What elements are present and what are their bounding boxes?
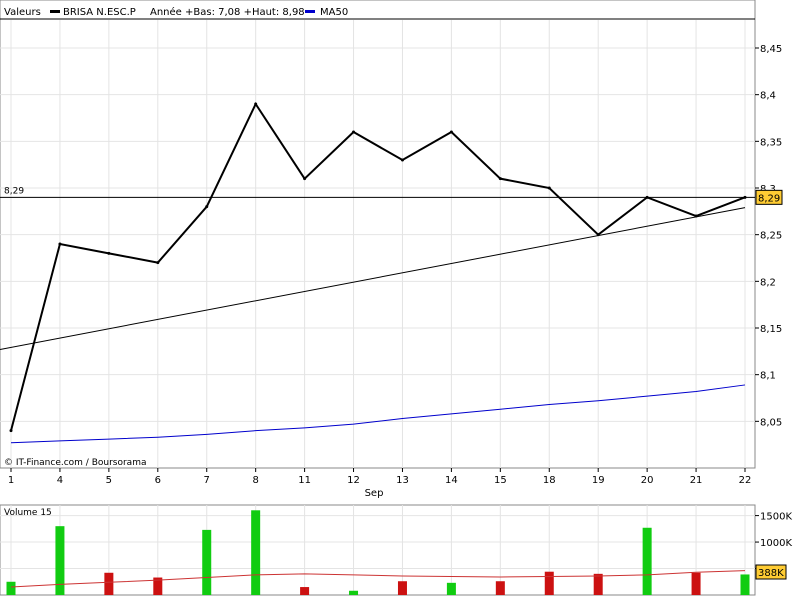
- current-value-badge-text: 8,29: [758, 193, 780, 204]
- volume-bar: [740, 574, 750, 595]
- watermark: © IT-Finance.com / Boursorama: [4, 458, 146, 468]
- current-value-badge: 8,29: [755, 189, 783, 205]
- volume-axis: 1000K 1500K: [755, 512, 792, 570]
- range-text: Année +Bas: 7,08 +Haut: 8,98: [150, 6, 305, 18]
- x-tick-label: 12: [347, 475, 360, 486]
- y-tick-label: 8,2: [760, 277, 776, 288]
- volume-bar: [446, 582, 456, 595]
- volume-bar: [104, 572, 114, 595]
- chart-stage: Valeurs BRISA N.ESC.P Année +Bas: 7,08 +…: [0, 0, 800, 600]
- x-tick-label: 5: [106, 475, 112, 486]
- x-tick-label: 15: [494, 475, 507, 486]
- price-legend-swatch: [50, 10, 60, 13]
- y-tick-label: 8,15: [760, 324, 782, 335]
- volume-bar: [251, 510, 261, 595]
- volume-badge: 388K: [755, 564, 787, 580]
- stock-chart: Valeurs BRISA N.ESC.P Année +Bas: 7,08 +…: [0, 0, 792, 596]
- price-point: [9, 429, 13, 433]
- volume-bar: [349, 590, 359, 595]
- price-point: [254, 102, 258, 106]
- ma-legend-name: MA50: [320, 7, 348, 18]
- price-point: [352, 130, 356, 134]
- y-tick-label: 8,35: [760, 137, 782, 148]
- volume-label: Volume 15: [4, 508, 52, 518]
- volume-bar: [202, 529, 212, 595]
- volume-y-tick-label: 1000K: [760, 538, 792, 549]
- price-point: [645, 195, 649, 199]
- x-axis: 1 4 5 6 7 8 11 12 13 14 15 18 19 20 21 22: [8, 468, 752, 486]
- volume-bar: [6, 581, 16, 595]
- price-point: [498, 177, 502, 181]
- x-axis-label: Sep: [365, 488, 384, 499]
- x-tick-label: 4: [57, 475, 63, 486]
- x-tick-label: 18: [543, 475, 556, 486]
- price-point: [58, 242, 62, 246]
- x-tick-label: 14: [445, 475, 458, 486]
- ma-legend-swatch: [305, 10, 315, 13]
- price-point: [694, 214, 698, 218]
- y-tick-label: 8,45: [760, 44, 782, 55]
- price-point: [303, 177, 307, 181]
- y-tick-label: 8,4: [760, 91, 776, 102]
- price-panel: [0, 0, 756, 469]
- x-tick-label: 1: [8, 475, 14, 486]
- reference-value-left: 8,29: [4, 186, 24, 196]
- y-tick-label: 8,05: [760, 417, 782, 428]
- volume-bar: [593, 573, 603, 595]
- volume-bar: [544, 571, 554, 595]
- volume-bar: [642, 527, 652, 595]
- x-tick-label: 20: [641, 475, 654, 486]
- x-tick-label: 22: [739, 475, 752, 486]
- legend-label: Valeurs: [4, 7, 41, 18]
- volume-bar: [495, 581, 505, 595]
- price-legend-name: BRISA N.ESC.P: [63, 7, 136, 18]
- price-point: [449, 130, 453, 134]
- y-tick-label: 8,25: [760, 231, 782, 242]
- x-tick-label: 6: [155, 475, 161, 486]
- x-tick-label: 8: [252, 475, 258, 486]
- price-point: [205, 205, 209, 209]
- x-tick-label: 7: [204, 475, 210, 486]
- price-point: [547, 186, 551, 190]
- volume-bar: [397, 581, 407, 595]
- y-tick-label: 8,1: [760, 371, 776, 382]
- volume-bar: [300, 587, 310, 595]
- price-point: [596, 233, 600, 237]
- volume-y-tick-label: 1500K: [760, 512, 792, 523]
- x-tick-label: 19: [592, 475, 605, 486]
- price-point: [156, 261, 160, 265]
- x-tick-label: 13: [396, 475, 409, 486]
- price-point: [400, 158, 404, 162]
- volume-bar: [691, 572, 701, 595]
- x-tick-label: 11: [298, 475, 311, 486]
- price-point: [743, 195, 747, 199]
- volume-badge-text: 388K: [758, 568, 784, 579]
- y-axis: 8,058,18,158,28,258,38,358,48,45: [755, 44, 782, 428]
- x-tick-label: 21: [690, 475, 703, 486]
- price-point: [107, 251, 111, 255]
